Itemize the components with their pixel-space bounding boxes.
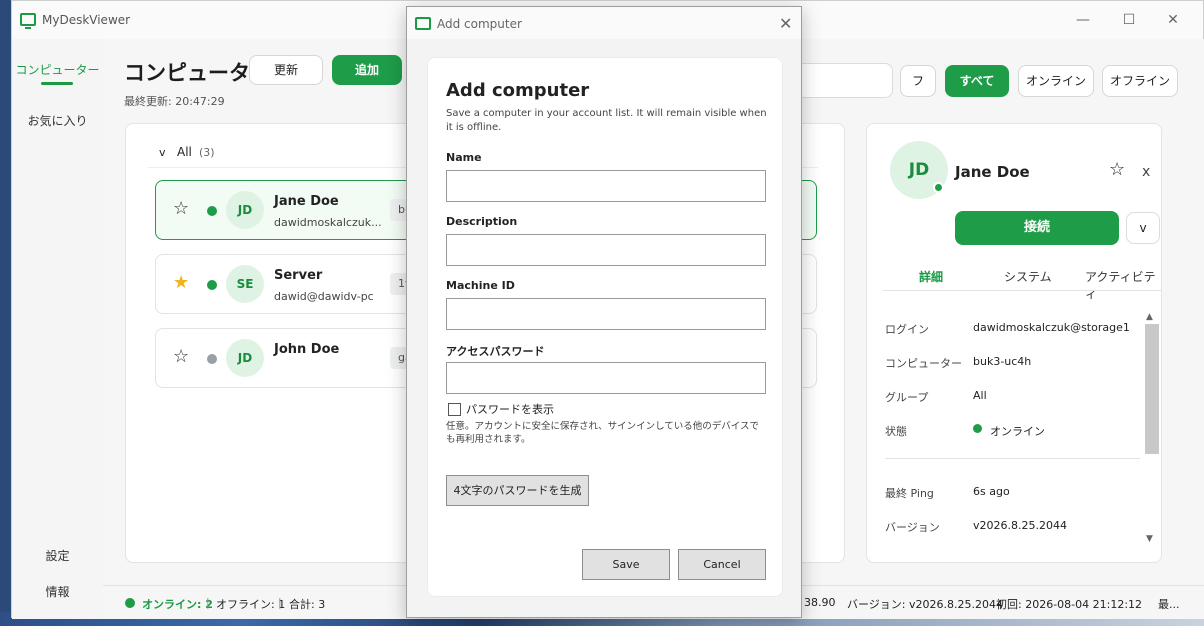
detail-key: ログイン [885,323,929,336]
star-outline-icon[interactable]: ☆ [173,199,189,219]
online-status-dot [973,424,982,433]
sidebar: コンピューター お気に入り 設定 情報 [12,39,103,619]
add-computer-dialog: Add computer ✕ Add computer Save a compu… [406,6,802,618]
sidebar-item-computers[interactable]: コンピューター [12,61,103,78]
avatar: SE [226,265,264,303]
detail-value: 6s ago [973,485,1010,498]
description-label: Description [446,215,518,228]
dialog-window-title: Add computer [437,17,522,31]
maximize-button[interactable]: ☐ [1114,9,1144,31]
computer-login: dawid@dawidv-pc [274,290,374,303]
dialog-heading: Add computer [446,80,590,101]
last-update-text: 最終更新: 20:47:29 [124,95,225,108]
refresh-button[interactable]: 更新 [249,55,323,85]
password-hint: 任意。アカウントに安全に保存され、サインインしている他のデバイスでも再利用されま… [446,421,760,445]
detail-key: 最終 Ping [885,487,934,500]
filter-partial-button[interactable]: フ [900,65,936,97]
dialog-description: Save a computer in your account list. It… [446,108,767,133]
search-input[interactable] [793,63,893,98]
description-field[interactable] [446,234,766,266]
offline-status-dot [207,354,217,364]
online-status-dot [125,598,135,608]
computer-name: John Doe [274,342,340,357]
status-first-seen: 初回: 2026-08-04 21:12:12 [996,598,1143,611]
online-status-dot [207,206,217,216]
name-label: Name [446,151,482,164]
minimize-button[interactable]: — [1068,9,1098,31]
password-field[interactable] [446,362,766,394]
app-title: MyDeskViewer [42,13,131,27]
tab-activity[interactable]: アクティビティ [1085,268,1161,302]
detail-key: 状態 [885,425,907,438]
star-outline-icon[interactable]: ☆ [173,347,189,367]
machine-id-field[interactable] [446,298,766,330]
close-button[interactable]: ✕ [1158,9,1188,31]
detail-value: All [973,389,987,402]
detail-computer-name: Jane Doe [955,163,1030,181]
filter-all-button[interactable]: すべて [945,65,1009,97]
online-status-dot [207,280,217,290]
detail-key: グループ [885,391,929,404]
sidebar-item-info[interactable]: 情報 [12,583,103,600]
connect-button[interactable]: 接続 [955,211,1119,245]
avatar: JD [226,191,264,229]
computer-name: Server [274,268,323,283]
computer-name: Jane Doe [274,194,339,209]
tab-details[interactable]: 詳細 [919,268,943,285]
tab-system[interactable]: システム [1004,268,1052,285]
star-filled-icon[interactable]: ★ [173,273,189,293]
online-status-dot [933,182,944,193]
sidebar-active-indicator [41,82,73,85]
chevron-down-icon: v [159,146,166,159]
cancel-button[interactable]: Cancel [678,549,766,580]
status-last: 最... [1158,598,1180,611]
detail-key: バージョン [885,521,940,534]
sidebar-item-favorites[interactable]: お気に入り [12,112,103,129]
tab-divider [883,290,1161,291]
status-separator: | [278,596,282,609]
status-ip: 38.90 [804,596,836,609]
sidebar-item-settings[interactable]: 設定 [12,547,103,564]
status-version: バージョン: v2026.8.25.2044 [847,598,1003,611]
avatar: JD [226,339,264,377]
filter-offline-button[interactable]: オフライン [1102,65,1178,97]
password-label: アクセスパスワード [446,345,545,358]
dialog-title-bar: Add computer ✕ [407,7,801,39]
detail-divider [885,458,1140,459]
computer-login: dawidmoskalczuk... [274,216,382,229]
status-offline-count: オフライン: 1 [216,598,286,611]
show-password-checkbox[interactable] [448,403,461,416]
status-total-count: 合計: 3 [289,598,326,611]
scroll-down-icon[interactable]: ▼ [1146,534,1153,544]
detail-value: オンライン [990,425,1045,438]
monitor-icon [415,17,431,30]
detail-value: dawidmoskalczuk@storage1 [973,321,1130,334]
detail-key: コンピューター [885,357,962,370]
generate-password-button[interactable]: 4文字のパスワードを生成 [446,475,589,506]
detail-close-button[interactable]: x [1142,164,1150,180]
status-online-count: オンライン: 2 [142,598,213,611]
scroll-up-icon[interactable]: ▲ [1146,312,1153,322]
detail-value: buk3-uc4h [973,355,1032,368]
show-password-label[interactable]: パスワードを表示 [466,401,554,417]
dialog-close-button[interactable]: ✕ [779,14,792,33]
name-field[interactable] [446,170,766,202]
filter-online-button[interactable]: オンライン [1018,65,1094,97]
detail-value: v2026.8.25.2044 [973,519,1067,532]
connect-options-button[interactable]: v [1126,212,1160,244]
group-name: All [177,145,192,159]
status-separator: | [206,596,210,609]
scrollbar-thumb[interactable] [1145,324,1159,454]
detail-panel: JD Jane Doe ☆ x 接続 v 詳細 システム アクティビティ ログイ… [866,123,1162,563]
dialog-card: Add computer Save a computer in your acc… [427,57,783,597]
save-button[interactable]: Save [582,549,670,580]
monitor-icon [20,13,36,29]
machine-id-label: Machine ID [446,279,515,292]
star-outline-icon[interactable]: ☆ [1109,160,1125,180]
group-count: (3) [199,146,215,159]
add-button[interactable]: 追加 [332,55,402,85]
